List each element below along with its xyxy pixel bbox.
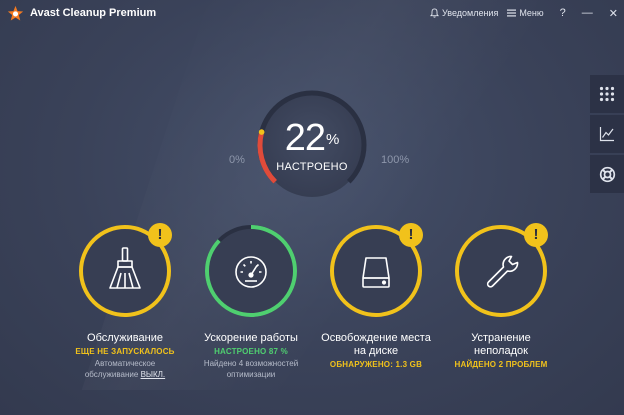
gauge-percent-sign: % — [325, 131, 340, 148]
close-button[interactable]: ✕ — [609, 7, 618, 20]
card-status: НАСТРОЕНО 87 % — [214, 347, 288, 356]
card-title-line2: на диске — [353, 345, 399, 357]
bell-icon — [430, 8, 440, 18]
speedup-button[interactable] — [203, 223, 299, 319]
card-title: Обслуживание — [87, 332, 163, 344]
troubleshooting-button[interactable]: ! — [453, 223, 549, 319]
card-subtext-line1: Найдено 4 возможностей — [203, 359, 299, 368]
titlebar-controls: Уведомления Меню ? — ✕ — [421, 0, 618, 26]
menu-label: Меню — [519, 8, 544, 18]
tuneup-gauge: 22% НАСТРОЕНО — [232, 79, 392, 199]
notifications-label: Уведомления — [442, 8, 499, 18]
card-subtext-line2: обслуживание — [84, 370, 139, 379]
gauge-value: 22% — [232, 117, 392, 160]
title-bar: Avast Cleanup Premium Уведомления Меню ?… — [0, 0, 624, 26]
grid-icon — [599, 86, 615, 102]
gauge-min-label: 0% — [229, 154, 245, 166]
card-speedup: Ускорение работы НАСТРОЕНО 87 % Найдено … — [189, 223, 313, 380]
card-status: ОБНАРУЖЕНО: 1.3 GB — [329, 360, 423, 369]
card-title-line1: Освобождение места — [321, 332, 431, 344]
card-subtext: Найдено 4 возможностей оптимизации — [189, 358, 313, 380]
chart-icon — [599, 127, 614, 142]
app-title: Avast Cleanup Premium — [30, 7, 157, 19]
card-title: Устранение неполадок — [439, 332, 563, 358]
card-title-line2: неполадок — [474, 345, 528, 357]
help-button[interactable]: ? — [560, 7, 566, 19]
gauge-number: 22 — [284, 117, 326, 159]
gauge-max-label: 100% — [381, 154, 410, 166]
sidebar-stats-button[interactable] — [590, 115, 624, 153]
card-status: ЕЩЕ НЕ ЗАПУСКАЛОСЬ — [75, 347, 175, 356]
minimize-button[interactable]: — — [582, 7, 593, 19]
warning-badge: ! — [399, 223, 423, 247]
sidebar-help-button[interactable] — [590, 155, 624, 193]
avast-logo-icon — [7, 5, 24, 21]
lifebuoy-icon — [599, 166, 615, 182]
auto-maintenance-toggle-link[interactable]: ВЫКЛ. — [141, 370, 166, 379]
warning-badge: ! — [148, 223, 172, 247]
card-subtext: Автоматическое обслуживание ВЫКЛ. — [63, 358, 187, 380]
sidebar-apps-button[interactable] — [590, 75, 624, 113]
disk-cleanup-button[interactable]: ! — [328, 223, 424, 319]
card-status: НАЙДЕНО 2 ПРОБЛЕМ — [454, 360, 548, 369]
card-title: Освобождение места на диске — [314, 332, 438, 358]
card-subtext-line1: Автоматическое — [94, 359, 156, 368]
card-disk-cleanup: ! Освобождение места на диске ОБНАРУЖЕНО… — [314, 223, 438, 369]
right-sidebar — [590, 75, 624, 195]
card-title: Ускорение работы — [204, 332, 298, 344]
card-troubleshooting: ! Устранение неполадок НАЙДЕНО 2 ПРОБЛЕМ — [439, 223, 563, 369]
card-subtext-line2: оптимизации — [226, 370, 276, 379]
notifications-button[interactable]: Уведомления — [430, 8, 498, 18]
gauge-status: НАСТРОЕНО — [276, 161, 348, 173]
menu-button[interactable]: Меню — [507, 8, 544, 18]
hamburger-icon — [507, 9, 517, 17]
warning-badge: ! — [524, 223, 548, 247]
card-maintenance: ! Обслуживание ЕЩЕ НЕ ЗАПУСКАЛОСЬ Автома… — [63, 223, 187, 380]
maintenance-button[interactable]: ! — [77, 223, 173, 319]
card-title-line1: Устранение — [471, 332, 531, 344]
app-window: Avast Cleanup Premium Уведомления Меню ?… — [0, 0, 624, 415]
